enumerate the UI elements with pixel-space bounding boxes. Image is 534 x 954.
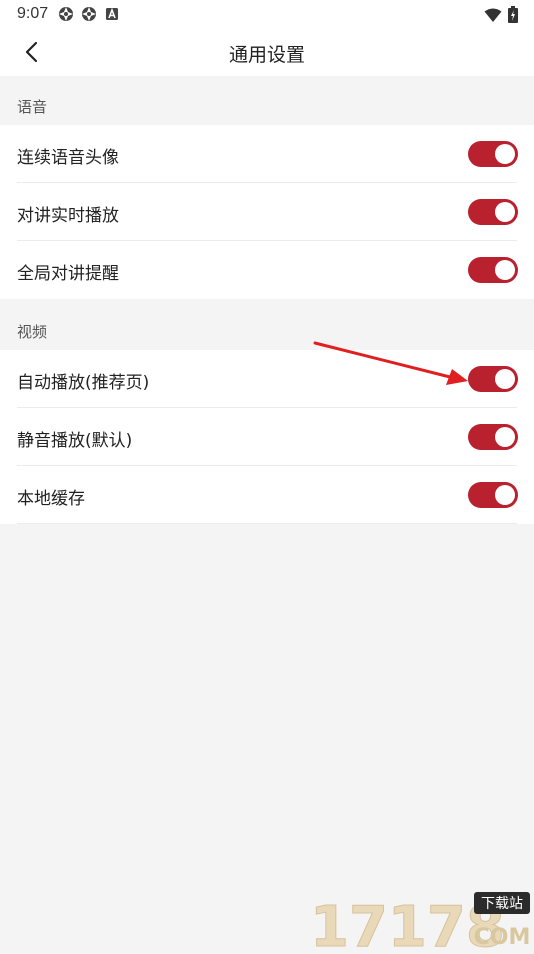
local-cache-toggle[interactable] <box>468 482 518 508</box>
annotation-arrow-icon <box>313 341 468 385</box>
status-time: 9:07 <box>17 5 49 22</box>
toggle-knob <box>495 260 515 280</box>
wifi-icon <box>484 8 502 22</box>
watermark-sub: COM <box>474 925 531 950</box>
status-notification-icons <box>58 6 120 22</box>
status-bar: 9:07 <box>0 0 534 28</box>
aperture-icon <box>59 7 73 21</box>
setting-label: 连续语音头像 <box>17 148 119 168</box>
watermark-logo: 17178 下载站 COM <box>308 888 534 954</box>
setting-row-continuous-voice-avatar: 连续语音头像 <box>0 125 534 183</box>
voice-settings-group: 连续语音头像 对讲实时播放 全局对讲提醒 <box>0 125 534 299</box>
toggle-knob <box>495 144 515 164</box>
intercom-realtime-play-toggle[interactable] <box>468 199 518 225</box>
divider <box>17 523 517 524</box>
toggle-knob <box>495 202 515 222</box>
site-logo-icon: 17178 下载站 COM <box>310 892 531 954</box>
toggle-knob <box>495 427 515 447</box>
continuous-voice-avatar-toggle[interactable] <box>468 141 518 167</box>
setting-row-local-cache: 本地缓存 <box>0 466 534 524</box>
global-intercom-reminder-toggle[interactable] <box>468 257 518 283</box>
toggle-knob <box>495 485 515 505</box>
setting-label: 全局对讲提醒 <box>17 264 119 284</box>
setting-row-global-intercom-reminder: 全局对讲提醒 <box>0 241 534 299</box>
a-badge-icon <box>106 7 118 20</box>
toggle-knob <box>495 369 515 389</box>
section-label-video: 视频 <box>17 323 48 341</box>
setting-label: 静音播放(默认) <box>17 431 133 451</box>
setting-label: 对讲实时播放 <box>17 206 119 226</box>
page-title: 通用设置 <box>228 44 305 66</box>
setting-label: 本地缓存 <box>17 489 85 509</box>
aperture-icon <box>82 7 96 21</box>
mute-play-default-toggle[interactable] <box>468 424 518 450</box>
setting-row-intercom-realtime-play: 对讲实时播放 <box>0 183 534 241</box>
status-system-icons <box>484 6 518 23</box>
setting-label: 自动播放(推荐页) <box>17 373 150 393</box>
setting-row-mute-play-default: 静音播放(默认) <box>0 408 534 466</box>
battery-charging-icon <box>508 6 518 23</box>
section-label-voice: 语音 <box>17 98 48 116</box>
app-header: 通用设置 <box>0 28 534 76</box>
watermark-badge: 下载站 <box>481 896 523 912</box>
